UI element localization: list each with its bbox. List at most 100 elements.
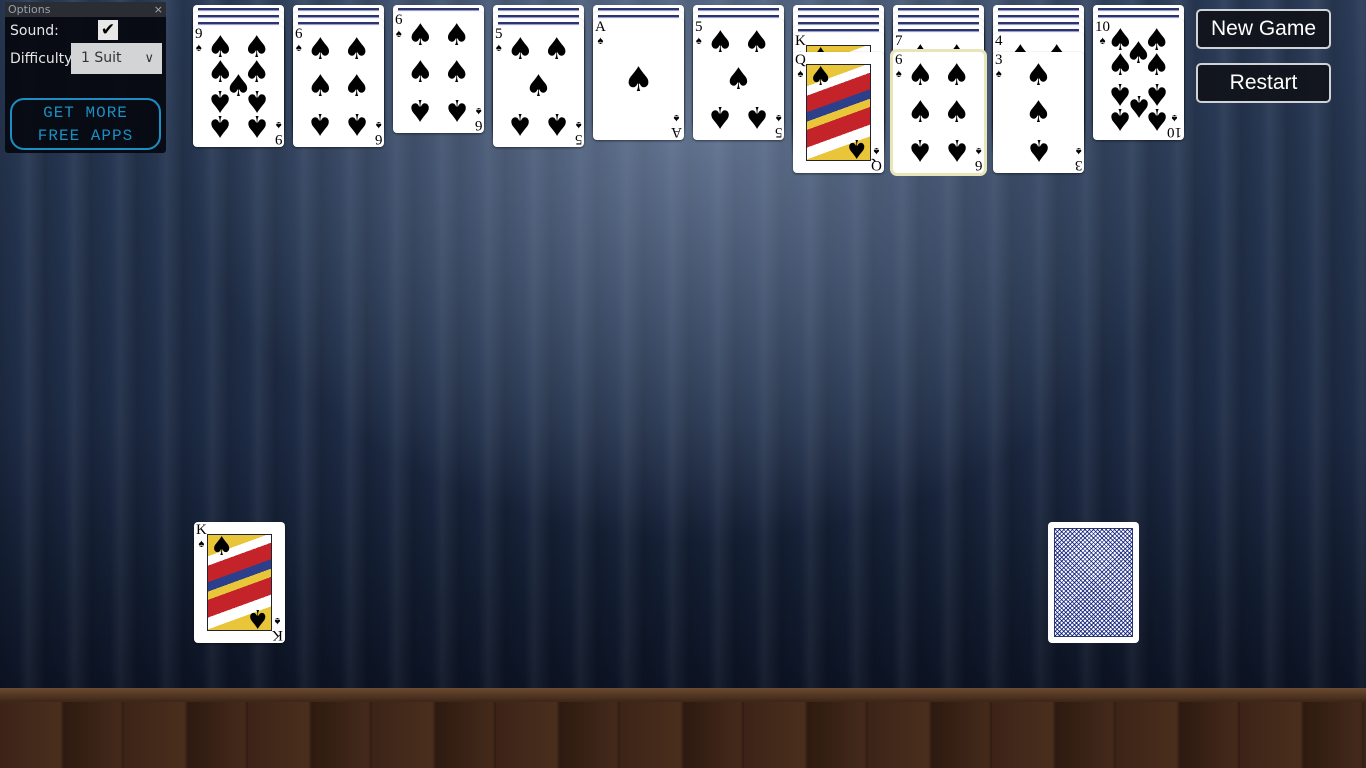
spade-icon: ♠: [1075, 145, 1082, 157]
card-5-of-spades[interactable]: 5 ♠ 5 ♠ ♠ ♠ ♠ ♠ ♠: [493, 26, 584, 147]
spade-icon: ♠: [575, 119, 582, 131]
rank-label: A: [671, 124, 682, 140]
card-back-pattern: [1054, 528, 1133, 637]
spade-icon: ♠: [245, 603, 269, 633]
sound-label: Sound:: [10, 23, 59, 39]
card-index-tl: 3 ♠: [995, 53, 1003, 81]
spade-icon: ♠: [195, 42, 202, 54]
card-index-tl: 9 ♠: [195, 27, 203, 55]
spade-pip-icon: ♠: [743, 98, 771, 134]
new-game-button[interactable]: New Game: [1196, 9, 1331, 49]
spade-pip-icon: ♠: [543, 32, 571, 68]
spade-icon: ♠: [844, 133, 868, 163]
card-9-of-spades[interactable]: 9 ♠ 9 ♠ ♠ ♠ ♠ ♠ ♠ ♠ ♠ ♠ ♠: [193, 26, 284, 147]
spade-icon: ♠: [275, 119, 282, 131]
spade-icon: ♠: [995, 68, 1002, 80]
rank-label: 4: [995, 33, 1003, 49]
spade-pip-icon: ♠: [443, 18, 471, 54]
difficulty-value: 1 Suit: [81, 50, 122, 66]
card-3-of-spades[interactable]: 3 ♠ 3 ♠ ♠ ♠ ♠: [993, 52, 1084, 173]
card-5-of-spades[interactable]: 5 ♠ 5 ♠ ♠ ♠ ♠ ♠ ♠: [693, 19, 784, 140]
close-icon[interactable]: ×: [154, 2, 163, 17]
rank-label: Q: [871, 157, 882, 173]
card-index-tl: 5 ♠: [695, 20, 703, 48]
card-index-tl: A ♠: [595, 20, 606, 48]
rank-label: 6: [374, 131, 383, 147]
options-title-bar[interactable]: Options ×: [5, 2, 166, 17]
rank-label: 6: [974, 157, 983, 173]
spade-icon: ♠: [797, 68, 804, 80]
card-Q-of-spades[interactable]: Q ♠ Q ♠ ♠ ♠: [793, 52, 884, 173]
spade-icon: ♠: [274, 615, 281, 627]
spade-pip-icon: ♠: [706, 98, 734, 134]
spade-pip-icon: ♠: [306, 32, 334, 68]
rank-label: K: [272, 627, 283, 643]
rank-label: 6: [295, 26, 303, 42]
spade-icon: ♠: [809, 62, 833, 92]
rank-label: A: [595, 19, 606, 35]
card-index-br: 6 ♠: [474, 104, 483, 133]
spade-icon: ♠: [198, 538, 205, 550]
spade-pip-icon: ♠: [1025, 94, 1052, 130]
card-index-br: 5 ♠: [575, 118, 583, 147]
card-index-tl: 6 ♠: [895, 53, 903, 81]
card-6-of-spades[interactable]: 6 ♠ 6 ♠ ♠ ♠ ♠ ♠ ♠ ♠: [393, 12, 484, 133]
spade-icon: ♠: [673, 112, 680, 124]
spade-pip-icon: ♠: [343, 105, 371, 141]
card-index-tl: Q ♠: [795, 53, 806, 81]
card-K-of-spades[interactable]: K♠K♠♠♠: [194, 522, 285, 643]
promo-line-1: GET MORE: [43, 104, 128, 122]
card-10-of-spades[interactable]: 10 ♠ 10 ♠ ♠ ♠ ♠ ♠ ♠ ♠ ♠ ♠ ♠ ♠: [1093, 19, 1184, 140]
card-index-tl: 6 ♠: [295, 27, 303, 55]
rank-label: K: [196, 522, 207, 538]
card-index-br: K♠: [272, 614, 283, 643]
spade-pip-icon: ♠: [1106, 101, 1134, 137]
get-more-free-apps-button[interactable]: GET MORE FREE APPS: [10, 98, 161, 150]
spade-pip-icon: ♠: [406, 18, 434, 54]
rank-label: K: [795, 33, 806, 49]
spade-pip-icon: ♠: [243, 108, 271, 144]
spade-pip-icon: ♠: [443, 54, 471, 90]
card-index-br: A ♠: [671, 111, 682, 140]
spade-pip-icon: ♠: [943, 131, 971, 167]
spade-icon: ♠: [475, 105, 482, 117]
rank-label: 5: [695, 19, 703, 35]
spade-pip-icon: ♠: [506, 32, 534, 68]
sound-checkbox[interactable]: ✔: [98, 20, 118, 40]
rank-label: 9: [195, 26, 203, 42]
spade-icon: ♠: [395, 28, 402, 40]
promo-line-2: FREE APPS: [37, 127, 134, 145]
rank-label: 3: [1074, 157, 1083, 173]
checkmark-icon: ✔: [100, 20, 116, 40]
floor-ledge: [0, 688, 1366, 702]
spade-icon: ♠: [375, 119, 382, 131]
rank-label: 6: [895, 52, 903, 68]
rank-label: 5: [774, 124, 783, 140]
spade-icon: ♠: [597, 35, 604, 47]
card-6-of-spades[interactable]: 6 ♠ 6 ♠ ♠ ♠ ♠ ♠ ♠ ♠: [893, 52, 984, 173]
card-index-br: 5 ♠: [774, 111, 783, 140]
spade-pip-icon: ♠: [906, 94, 934, 130]
spade-pip-icon: ♠: [943, 58, 971, 94]
card-index-tl: K♠: [196, 523, 207, 551]
spade-pip-icon: ♠: [406, 54, 434, 90]
card-6-of-spades[interactable]: 6 ♠ 6 ♠ ♠ ♠ ♠ ♠ ♠ ♠: [293, 26, 384, 147]
spade-pip-icon: ♠: [706, 25, 734, 61]
spade-pip-icon: ♠: [743, 25, 771, 61]
restart-button[interactable]: Restart: [1196, 63, 1331, 103]
spade-icon: ♠: [895, 68, 902, 80]
stock-pile[interactable]: [1048, 522, 1139, 643]
spade-pip-icon: ♠: [725, 61, 752, 97]
spade-icon: ♠: [295, 42, 302, 54]
spade-pip-icon: ♠: [206, 108, 234, 144]
rank-label: 9: [274, 131, 283, 147]
spade-icon: ♠: [873, 145, 880, 157]
rank-label: 3: [995, 52, 1003, 68]
difficulty-select[interactable]: 1 Suit ∨: [71, 43, 162, 74]
spade-icon: ♠: [210, 532, 234, 562]
spade-icon: ♠: [495, 42, 502, 54]
difficulty-label: Difficulty:: [10, 51, 77, 67]
rank-label: 6: [474, 117, 483, 133]
card-A-of-spades[interactable]: A ♠ A ♠ ♠: [593, 19, 684, 140]
card-index-tl: 5 ♠: [495, 27, 503, 55]
